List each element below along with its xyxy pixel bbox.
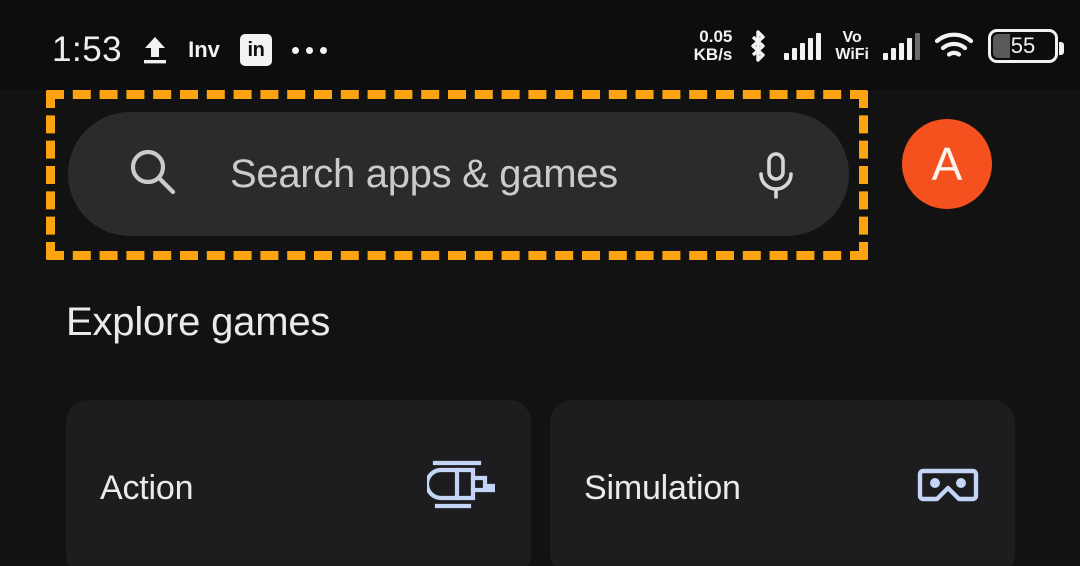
vowifi-line-2: WiFi	[835, 46, 869, 63]
category-label: Simulation	[584, 468, 741, 507]
vowifi-line-1: Vo	[842, 29, 862, 46]
play-store-screen: 1:53 Inv in 0.05 KB/s Vo WiFi 55 Search …	[0, 0, 1080, 566]
search-icon[interactable]	[126, 145, 180, 204]
wifi-icon	[934, 31, 974, 61]
status-clock: 1:53	[52, 30, 123, 69]
search-input[interactable]: Search apps & games	[230, 152, 618, 197]
microphone-icon[interactable]	[753, 150, 799, 205]
category-card-simulation[interactable]: Simulation	[550, 400, 1015, 566]
inv-label: Inv	[188, 37, 220, 62]
cellular-signal-icon	[784, 32, 822, 60]
network-speed: 0.05 KB/s	[694, 28, 733, 64]
page-title: Explore games	[66, 300, 331, 344]
status-bar-left: 1:53 Inv in	[52, 30, 327, 70]
battery-level: 55	[1010, 33, 1036, 58]
search-bar[interactable]: Search apps & games	[68, 112, 849, 236]
more-dots-icon	[291, 46, 327, 54]
battery-indicator: 55	[988, 29, 1064, 63]
category-card-action[interactable]: Action	[66, 400, 531, 566]
vowifi-indicator: Vo WiFi	[835, 29, 869, 63]
avatar[interactable]: A	[902, 119, 992, 209]
search-row: Search apps & games A	[0, 104, 1080, 246]
helicopter-icon	[424, 456, 496, 521]
category-card-list: Action Simulation	[66, 400, 1016, 566]
status-bar: 1:53 Inv in 0.05 KB/s Vo WiFi 55	[0, 0, 1080, 90]
network-speed-value: 0.05	[699, 27, 733, 46]
cellular-signal-icon-2	[883, 32, 920, 60]
linkedin-icon: in	[239, 34, 272, 66]
bluetooth-icon	[746, 29, 770, 63]
network-speed-unit: KB/s	[693, 45, 733, 64]
vr-headset-icon	[917, 463, 979, 514]
category-label: Action	[100, 468, 194, 507]
status-bar-right: 0.05 KB/s Vo WiFi 55	[694, 28, 1064, 64]
upload-arrow-icon	[142, 35, 168, 65]
battery-fill	[993, 34, 1010, 58]
